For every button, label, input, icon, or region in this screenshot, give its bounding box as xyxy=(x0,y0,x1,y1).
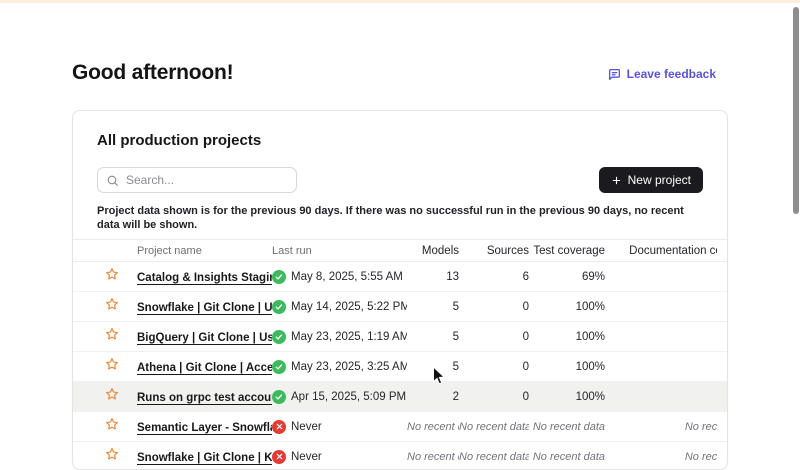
table-row[interactable]: Snowflake | Git Clone | Use... May 14, 20… xyxy=(73,292,727,322)
sources-value: 0 xyxy=(459,331,529,343)
last-run-value: May 14, 2025, 5:22 PM BST xyxy=(291,301,407,313)
models-value: No recent data xyxy=(407,421,459,433)
table-row[interactable]: BigQuery | Git Clone | User... May 23, 20… xyxy=(73,322,727,352)
models-value: 5 xyxy=(407,331,459,343)
column-header-documentation-coverage: Documentation coverage xyxy=(605,245,717,257)
favorite-star-button[interactable] xyxy=(105,267,119,281)
documentation-coverage-value: No recent data xyxy=(605,421,717,433)
last-run-value: Never xyxy=(291,421,322,433)
last-run-value: May 23, 2025, 1:19 AM BST xyxy=(291,331,407,343)
models-value: 5 xyxy=(407,301,459,313)
test-coverage-value: 100% xyxy=(529,391,605,403)
sources-value: No recent data xyxy=(459,451,529,463)
test-coverage-value: 100% xyxy=(529,301,605,313)
search-box xyxy=(97,167,297,193)
sources-value: 0 xyxy=(459,391,529,403)
models-value: No recent data xyxy=(407,451,459,463)
column-header-sources: Sources xyxy=(459,245,529,257)
favorite-star-button[interactable] xyxy=(105,327,119,341)
table-row[interactable]: Catalog & Insights Staging... May 8, 2025… xyxy=(73,262,727,292)
sources-value: No recent data xyxy=(459,421,529,433)
favorite-star-button[interactable] xyxy=(105,417,119,431)
table-row[interactable]: Athena | Git Clone | Acces... May 23, 202… xyxy=(73,352,727,382)
check-circle-icon xyxy=(272,390,286,404)
sources-value: 0 xyxy=(459,361,529,373)
test-coverage-value: 100% xyxy=(529,331,605,343)
feedback-bubble-icon xyxy=(608,68,621,81)
test-coverage-value: 69% xyxy=(529,271,605,283)
column-header-test-coverage: Test coverage xyxy=(529,245,605,257)
sources-value: 6 xyxy=(459,271,529,283)
favorite-star-button[interactable] xyxy=(105,297,119,311)
test-coverage-value: 100% xyxy=(529,361,605,373)
project-name-link[interactable]: Athena | Git Clone | Acces... xyxy=(137,362,272,374)
last-run-value: Apr 15, 2025, 5:09 PM BST xyxy=(291,391,407,403)
leave-feedback-link[interactable]: Leave feedback xyxy=(608,67,716,81)
card-title: All production projects xyxy=(97,131,703,151)
project-name-link[interactable]: BigQuery | Git Clone | User... xyxy=(137,332,272,344)
data-range-notice: Project data shown is for the previous 9… xyxy=(97,204,703,232)
favorite-star-button[interactable] xyxy=(105,357,119,371)
table-header: Project name Last run Models Sources Tes… xyxy=(73,239,727,262)
new-project-button[interactable]: New project xyxy=(599,167,703,193)
table-row[interactable]: Snowflake | Git Clone | Key... Never No re… xyxy=(73,442,727,470)
projects-table: Project name Last run Models Sources Tes… xyxy=(73,239,727,470)
last-run-value: Never xyxy=(291,451,322,463)
table-row[interactable]: Runs on grpc test account Apr 15, 2025, 5… xyxy=(73,382,727,412)
favorite-star-button[interactable] xyxy=(105,387,119,401)
documentation-coverage-value: No recent data xyxy=(605,451,717,463)
search-icon xyxy=(106,174,119,187)
last-run-value: May 23, 2025, 3:25 AM BST xyxy=(291,361,407,373)
table-row[interactable]: Semantic Layer - Snowflake Never No recent… xyxy=(73,412,727,442)
x-circle-icon xyxy=(272,420,286,434)
check-circle-icon xyxy=(272,360,286,374)
project-name-link[interactable]: Snowflake | Git Clone | Use... xyxy=(137,302,272,314)
table-body: Catalog & Insights Staging... May 8, 2025… xyxy=(73,262,727,470)
toolbar: New project xyxy=(97,167,703,193)
plus-icon xyxy=(611,175,622,186)
last-run-value: May 8, 2025, 5:55 AM BST xyxy=(291,271,407,283)
column-header-last-run: Last run xyxy=(272,245,407,257)
check-circle-icon xyxy=(272,270,286,284)
column-header-project-name: Project name xyxy=(137,245,272,257)
favorite-star-button[interactable] xyxy=(105,447,119,461)
project-name-link[interactable]: Runs on grpc test account xyxy=(137,392,272,404)
page-title: Good afternoon! xyxy=(72,61,233,85)
sources-value: 0 xyxy=(459,301,529,313)
projects-card: All production projects New project Proj… xyxy=(72,110,728,470)
check-circle-icon xyxy=(272,330,286,344)
x-circle-icon xyxy=(272,450,286,464)
search-input[interactable] xyxy=(97,167,297,193)
project-name-link[interactable]: Snowflake | Git Clone | Key... xyxy=(137,452,272,464)
models-value: 13 xyxy=(407,271,459,283)
page: { "page": { "greeting": "Good afternoon!… xyxy=(0,0,800,450)
new-project-label: New project xyxy=(628,173,691,187)
check-circle-icon xyxy=(272,300,286,314)
column-header-models: Models xyxy=(407,245,459,257)
models-value: 2 xyxy=(407,391,459,403)
models-value: 5 xyxy=(407,361,459,373)
test-coverage-value: No recent data xyxy=(529,451,605,463)
leave-feedback-label: Leave feedback xyxy=(627,67,716,81)
project-name-link[interactable]: Semantic Layer - Snowflake xyxy=(137,422,272,434)
top-accent-strip xyxy=(0,0,800,3)
project-name-link[interactable]: Catalog & Insights Staging... xyxy=(137,272,272,284)
vertical-scrollbar-thumb[interactable] xyxy=(793,7,799,214)
test-coverage-value: No recent data xyxy=(529,421,605,433)
